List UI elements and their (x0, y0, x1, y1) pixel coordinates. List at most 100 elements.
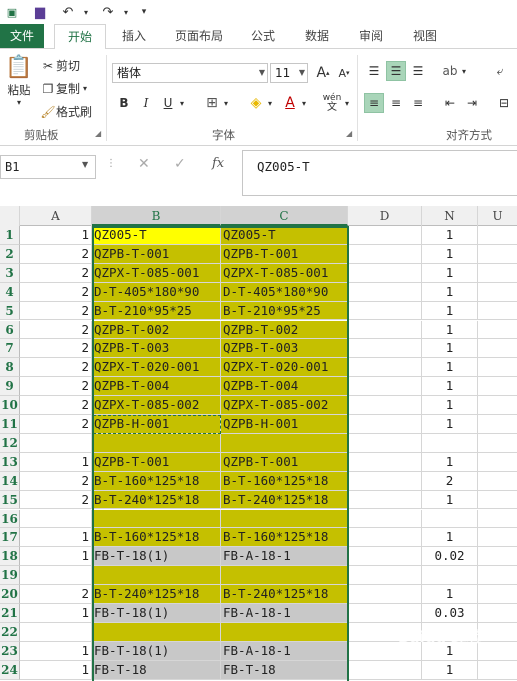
cell-b[interactable]: QZPB-T-001 (92, 244, 221, 264)
cell-d[interactable] (348, 660, 422, 680)
select-all-corner[interactable] (0, 206, 20, 226)
cell-b[interactable]: B-T-160*125*18 (92, 528, 221, 548)
cell-n[interactable]: 1 (422, 452, 478, 472)
column-header-u[interactable]: U (478, 206, 517, 226)
cell-a[interactable]: 1 (20, 452, 92, 472)
cell-c[interactable]: QZPB-T-002 (221, 320, 348, 340)
cell-b[interactable]: B-T-160*125*18 (92, 471, 221, 491)
cell-d[interactable] (348, 415, 422, 434)
cell-c[interactable]: QZPX-T-020-001 (221, 358, 348, 378)
cell-c[interactable] (221, 509, 348, 529)
underline-button[interactable]: U (158, 93, 178, 113)
cut-button[interactable]: ✂ 剪切 (40, 57, 80, 74)
row-header[interactable]: 19 (0, 566, 20, 586)
cell-d[interactable] (348, 528, 422, 548)
row-header[interactable]: 1 (0, 226, 20, 245)
cell-a[interactable]: 1 (20, 226, 92, 245)
cell-u[interactable] (478, 472, 517, 491)
tab-insert[interactable]: 插入 (110, 24, 158, 48)
row-header[interactable]: 21 (0, 604, 20, 623)
tab-formulas[interactable]: 公式 (240, 24, 286, 48)
cell-n[interactable]: 1 (422, 339, 478, 359)
row-header[interactable]: 2 (0, 244, 20, 264)
cell-n[interactable]: 1 (422, 226, 478, 245)
cell-a[interactable]: 2 (20, 358, 92, 378)
cell-b[interactable]: QZPB-T-001 (92, 452, 221, 472)
cell-u[interactable] (478, 566, 517, 586)
cell-d[interactable] (348, 244, 422, 264)
enter-button[interactable]: ✓ (174, 156, 186, 172)
cell-c[interactable]: B-T-240*125*18 (221, 585, 348, 604)
font-launcher-icon[interactable]: ◢ (346, 129, 352, 138)
cell-c[interactable] (221, 433, 348, 453)
font-color-icon[interactable]: A (280, 93, 300, 113)
cell-d[interactable] (348, 604, 422, 623)
cell-d[interactable] (348, 471, 422, 491)
underline-dropdown-icon[interactable]: ▾ (176, 93, 188, 113)
cell-n[interactable]: 1 (422, 301, 478, 321)
align-left-icon[interactable]: ≡ (364, 93, 384, 113)
cell-a[interactable]: 2 (20, 282, 92, 302)
cell-u[interactable] (478, 528, 517, 548)
align-middle-icon[interactable]: ☰ (386, 61, 406, 81)
cell-a[interactable]: 2 (20, 585, 92, 604)
cell-a[interactable]: 1 (20, 641, 92, 661)
border-icon[interactable]: ⊞ (202, 93, 222, 113)
row-header[interactable]: 24 (0, 660, 20, 680)
increase-indent-icon[interactable]: ⇥ (462, 93, 482, 113)
cell-d[interactable] (348, 226, 422, 245)
cell-c[interactable]: QZPB-T-001 (221, 452, 348, 472)
fill-color-icon[interactable]: ◈ (246, 93, 266, 113)
cell-d[interactable] (348, 433, 422, 453)
cell-b[interactable]: B-T-210*95*25 (92, 301, 221, 321)
cell-u[interactable] (478, 604, 517, 623)
cell-b[interactable]: QZPB-H-001 (92, 415, 221, 434)
cell-c[interactable]: QZPX-T-085-001 (221, 263, 348, 283)
cell-n[interactable] (422, 566, 478, 586)
row-header[interactable]: 12 (0, 433, 20, 453)
cell-d[interactable] (348, 263, 422, 283)
cell-d[interactable] (348, 585, 422, 604)
cell-n[interactable]: 1 (422, 415, 478, 434)
cell-n[interactable]: 1 (422, 660, 478, 680)
cell-u[interactable] (478, 321, 517, 340)
cell-c[interactable]: QZPB-T-001 (221, 244, 348, 264)
cell-u[interactable] (478, 377, 517, 397)
decrease-font-size-icon[interactable]: A ▾ (334, 63, 354, 83)
font-color-dropdown-icon[interactable]: ▾ (298, 93, 310, 113)
cell-n[interactable]: 1 (422, 282, 478, 302)
cell-c[interactable]: FB-A-18-1 (221, 604, 348, 623)
cell-d[interactable] (348, 396, 422, 415)
cell-b[interactable]: QZPX-T-020-001 (92, 358, 221, 378)
cell-a[interactable]: 2 (20, 263, 92, 283)
cell-n[interactable]: 0.03 (422, 604, 478, 623)
tab-view[interactable]: 视图 (402, 24, 448, 48)
cell-d[interactable] (348, 301, 422, 321)
increase-font-size-icon[interactable]: A ▴ (313, 63, 333, 83)
cell-n[interactable] (422, 509, 478, 529)
cell-u[interactable] (478, 226, 517, 245)
cell-c[interactable] (221, 566, 348, 586)
cell-n[interactable]: 0.02 (422, 547, 478, 567)
row-header[interactable]: 14 (0, 471, 20, 491)
orientation-dropdown-icon[interactable]: ▾ (458, 61, 470, 81)
cell-c[interactable]: QZPB-T-003 (221, 339, 348, 359)
cell-b[interactable]: QZPB-T-002 (92, 320, 221, 340)
row-header[interactable]: 7 (0, 339, 20, 359)
clipboard-launcher-icon[interactable]: ◢ (95, 129, 101, 138)
align-top-icon[interactable]: ☰ (364, 61, 384, 81)
row-header[interactable]: 4 (0, 282, 20, 302)
align-right-icon[interactable]: ≡ (408, 93, 428, 113)
cell-n[interactable]: 1 (422, 320, 478, 340)
row-header[interactable]: 6 (0, 320, 20, 340)
cell-u[interactable] (478, 415, 517, 434)
cell-u[interactable] (478, 358, 517, 378)
tab-page-layout[interactable]: 页面布局 (166, 24, 232, 48)
cell-a[interactable]: 2 (20, 490, 92, 510)
cell-c[interactable] (221, 622, 348, 642)
cell-u[interactable] (478, 642, 517, 661)
undo-dropdown-icon[interactable]: ▾ (76, 2, 96, 22)
cell-u[interactable] (478, 623, 517, 642)
cell-b[interactable]: FB-T-18(1) (92, 547, 221, 567)
cancel-button[interactable]: ✕ (138, 156, 150, 172)
